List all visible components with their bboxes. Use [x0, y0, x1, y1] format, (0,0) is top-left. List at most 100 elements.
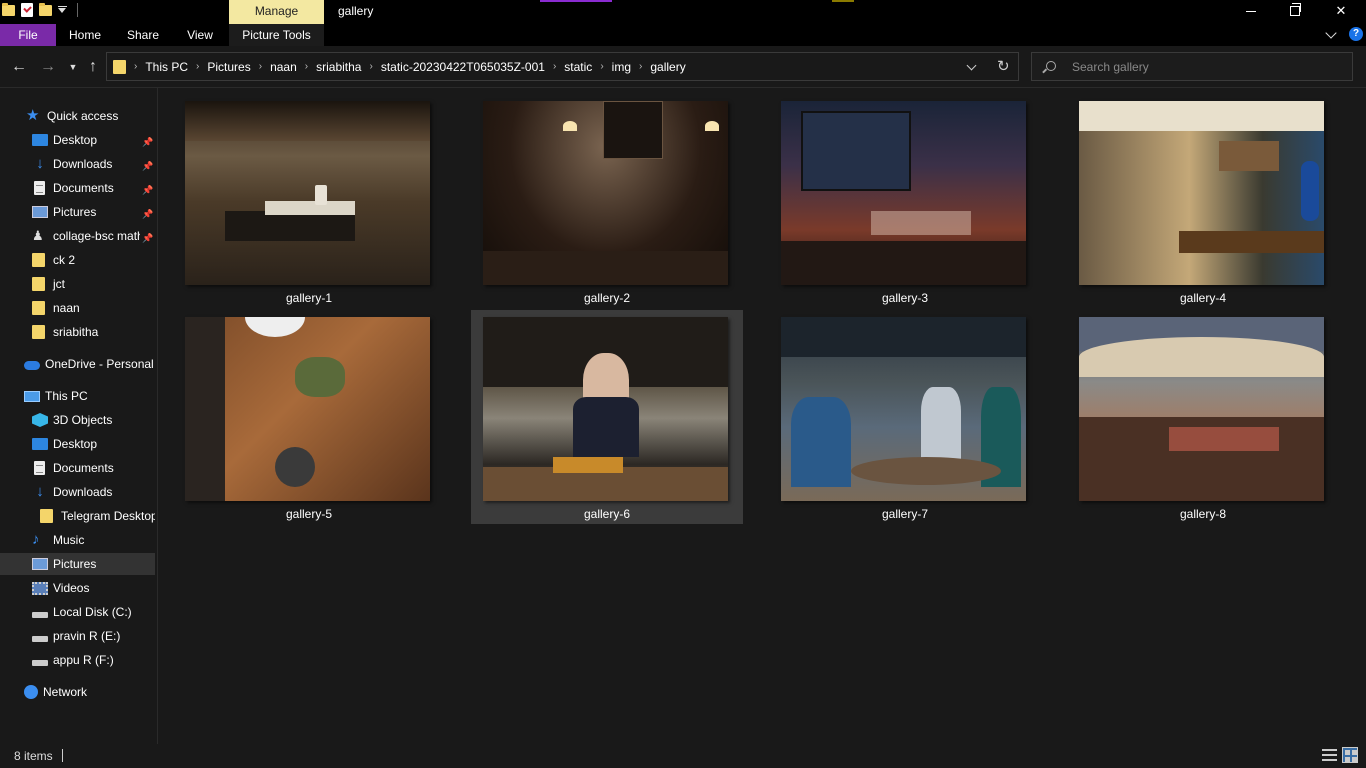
file-name: gallery-8	[1179, 507, 1227, 521]
file-name: gallery-3	[881, 291, 929, 305]
sidebar-item-sriabitha[interactable]: sriabitha	[0, 321, 155, 343]
breadcrumb-separator[interactable]: ›	[259, 61, 262, 72]
folder-icon	[40, 509, 53, 523]
sidebar-item-label: Documents	[53, 461, 114, 475]
sidebar-item-label: 3D Objects	[53, 413, 113, 427]
sidebar-item-local-disk[interactable]: Local Disk (C:)	[0, 601, 155, 623]
sidebar-item-documents[interactable]: Documents	[0, 177, 155, 199]
recent-locations-icon[interactable]: ▼	[64, 58, 82, 76]
sidebar-item-drive-f[interactable]: appu R (F:)	[0, 649, 155, 671]
sidebar-item-quick-access[interactable]: ★ Quick access	[0, 105, 155, 127]
sidebar-item-label: Pictures	[53, 205, 97, 219]
manage-context-tab[interactable]: Manage	[229, 0, 324, 24]
tab-share[interactable]: Share	[120, 24, 166, 46]
folder-icon	[32, 301, 45, 315]
folder-icon	[32, 277, 45, 291]
sidebar-item-collage[interactable]: ♟ collage-bsc mathematics	[0, 225, 140, 247]
sidebar-item-pictures-pc[interactable]: Pictures	[0, 553, 155, 575]
breadcrumb-naan[interactable]: naan	[270, 60, 297, 74]
minimize-button[interactable]	[1228, 0, 1274, 22]
thumbnail-image	[781, 101, 1026, 285]
thumbnail-image	[185, 317, 430, 501]
file-tile[interactable]: gallery-3	[769, 99, 1041, 313]
close-button[interactable]: ✕	[1318, 0, 1364, 22]
desktop-icon	[32, 438, 48, 450]
status-bar: 8 items	[0, 744, 1366, 768]
sidebar-item-3d-objects[interactable]: 3D Objects	[0, 409, 155, 431]
thumbnail-image	[185, 101, 430, 285]
search-input[interactable]: Search gallery	[1031, 52, 1353, 81]
up-icon[interactable]: ↑	[84, 58, 102, 76]
tab-file[interactable]: File	[0, 24, 56, 46]
tab-picture-tools[interactable]: Picture Tools	[229, 24, 324, 46]
tab-home[interactable]: Home	[62, 24, 108, 46]
cloud-icon	[24, 361, 40, 370]
file-tile[interactable]: gallery-8	[1067, 315, 1339, 529]
sidebar-item-label: Desktop	[53, 437, 98, 451]
breadcrumb-separator[interactable]: ›	[553, 61, 556, 72]
address-bar[interactable]: › This PC › Pictures › naan › sriabitha …	[106, 52, 1019, 81]
breadcrumb-gallery[interactable]: gallery	[650, 60, 685, 74]
breadcrumb-sriabitha[interactable]: sriabitha	[316, 60, 361, 74]
large-icons-view-icon[interactable]	[1342, 747, 1358, 763]
breadcrumb-separator[interactable]: ›	[639, 61, 642, 72]
breadcrumb-static[interactable]: static	[564, 60, 592, 74]
sidebar-item-this-pc[interactable]: This PC	[0, 385, 155, 407]
sidebar-item-desktop-pc[interactable]: Desktop	[0, 433, 155, 455]
breadcrumb-this-pc[interactable]: This PC	[145, 60, 188, 74]
file-tile[interactable]: gallery-2	[471, 99, 743, 313]
breadcrumb-static-zip[interactable]: static-20230422T065035Z-001	[381, 60, 545, 74]
customize-toolbar-icon[interactable]	[58, 4, 67, 16]
file-tile[interactable]: gallery-7	[769, 315, 1041, 529]
sidebar-item-videos[interactable]: Videos	[0, 577, 155, 599]
breadcrumb-separator[interactable]: ›	[196, 61, 199, 72]
pin-icon: 📌	[142, 233, 154, 243]
sidebar-item-naan[interactable]: naan	[0, 297, 155, 319]
file-tile[interactable]: gallery-6	[471, 310, 743, 524]
breadcrumb-img[interactable]: img	[612, 60, 631, 74]
details-view-icon[interactable]	[1322, 749, 1337, 761]
sidebar-item-documents-pc[interactable]: Documents	[0, 457, 155, 479]
sidebar-item-ck2[interactable]: ck 2	[0, 249, 155, 271]
sidebar-item-label: collage-bsc mathematics	[53, 229, 140, 243]
folder-icon	[32, 253, 45, 267]
item-count: 8 items	[14, 749, 53, 763]
refresh-icon[interactable]: ↻	[997, 57, 1010, 75]
sidebar-item-network[interactable]: Network	[0, 681, 155, 703]
sidebar-item-label: Network	[43, 685, 88, 699]
sidebar-item-telegram[interactable]: Telegram Desktop	[0, 505, 155, 527]
sidebar-item-pictures[interactable]: Pictures	[0, 201, 155, 223]
sidebar-item-onedrive[interactable]: OneDrive - Personal	[0, 353, 155, 375]
sidebar-item-label: Pictures	[53, 557, 97, 571]
tab-view[interactable]: View	[178, 24, 222, 46]
desktop-icon	[32, 134, 48, 146]
forward-icon[interactable]: →	[39, 58, 57, 76]
breadcrumb-pictures[interactable]: Pictures	[207, 60, 250, 74]
drive-icon	[32, 635, 48, 642]
sidebar-item-downloads[interactable]: ↓ Downloads	[0, 153, 155, 175]
sidebar-item-music[interactable]: ♪ Music	[0, 529, 155, 551]
breadcrumb-separator[interactable]: ›	[305, 61, 308, 72]
back-icon[interactable]: ←	[10, 58, 28, 76]
sidebar-item-downloads-pc[interactable]: ↓ Downloads	[0, 481, 155, 503]
folder-icon	[113, 59, 126, 74]
thumbnail-image	[483, 317, 728, 501]
maximize-button[interactable]	[1272, 0, 1318, 22]
breadcrumb-separator[interactable]: ›	[369, 61, 372, 72]
sidebar-item-label: jct	[53, 277, 65, 291]
breadcrumb-separator[interactable]: ›	[600, 61, 603, 72]
documents-icon	[34, 461, 45, 475]
sidebar-item-desktop[interactable]: Desktop	[0, 129, 155, 151]
file-tile[interactable]: gallery-1	[173, 99, 445, 313]
file-tile[interactable]: gallery-4	[1067, 99, 1339, 313]
window-title: gallery	[338, 4, 374, 18]
file-tile[interactable]: gallery-5	[173, 315, 445, 529]
file-name: gallery-4	[1179, 291, 1227, 305]
sidebar-item-drive-e[interactable]: pravin R (E:)	[0, 625, 155, 647]
new-folder-icon[interactable]	[39, 2, 52, 16]
properties-icon[interactable]	[21, 3, 33, 17]
sidebar-item-label: Quick access	[47, 109, 119, 123]
help-icon[interactable]: ?	[1349, 27, 1363, 41]
sidebar-item-jct[interactable]: jct	[0, 273, 155, 295]
documents-icon	[34, 181, 45, 195]
